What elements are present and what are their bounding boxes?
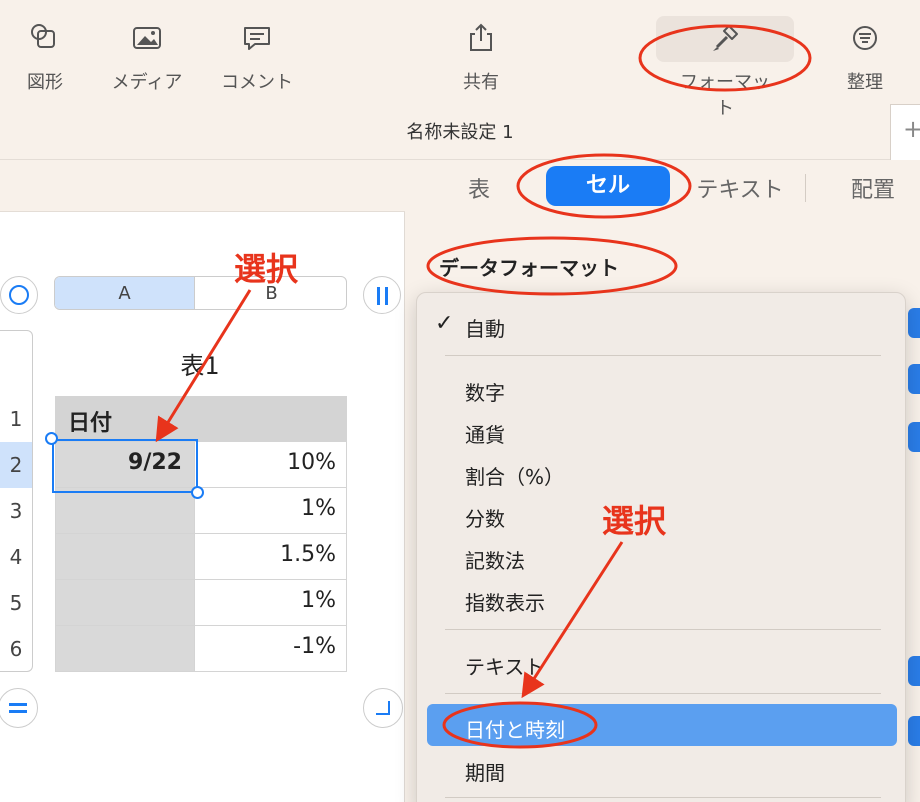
column-header-bar: A B — [54, 276, 347, 310]
date-cell[interactable] — [55, 625, 195, 672]
column-a-label: A — [118, 283, 131, 304]
menu-separator — [445, 693, 881, 694]
hidden-control — [908, 308, 920, 338]
organize-icon — [853, 26, 877, 50]
table-title[interactable]: 表1 — [150, 346, 250, 381]
hidden-control — [908, 716, 920, 746]
column-resize-handle[interactable] — [363, 276, 401, 314]
percent-cell[interactable]: 1.5% — [194, 533, 347, 580]
percent-cell[interactable]: -1% — [194, 625, 347, 672]
document-title: 名称未設定 1 — [406, 122, 514, 143]
tab-text[interactable]: テキスト — [687, 172, 793, 204]
photo-icon — [133, 27, 161, 49]
menu-item-numeral-system[interactable]: 記数法 — [465, 545, 525, 574]
header-cell-date[interactable]: 日付 — [55, 396, 195, 442]
percent-cell-text: 1% — [301, 496, 336, 521]
menu-item-scientific[interactable]: 指数表示 — [465, 587, 545, 616]
format-button[interactable]: フォーマット — [680, 20, 770, 120]
percent-cell[interactable]: 1% — [194, 579, 347, 626]
media-label: メディア — [111, 72, 183, 93]
date-cell[interactable] — [55, 487, 195, 534]
pause-bars-icon — [377, 287, 380, 305]
data-format-menu: ✓ 自動 数字 通貨 割合（%） 分数 記数法 指数表示 テキスト 日付と時刻 … — [416, 292, 906, 802]
shape-button[interactable]: 図形 — [0, 20, 90, 94]
menu-item-percentage[interactable]: 割合（%） — [465, 461, 564, 490]
selection-handle-bottom-right[interactable] — [191, 486, 204, 499]
date-cell[interactable] — [55, 579, 195, 626]
menu-item-text[interactable]: テキスト — [465, 651, 544, 680]
header-date-text: 日付 — [68, 411, 113, 436]
hidden-control — [908, 656, 920, 686]
annotation-label-select: 選択 — [602, 502, 667, 540]
percent-cell[interactable]: 10% — [194, 441, 347, 488]
tab-arrange[interactable]: 配置 — [843, 172, 903, 204]
table-select-handle[interactable] — [0, 276, 38, 314]
menu-separator — [445, 355, 881, 356]
hidden-control — [908, 364, 920, 394]
share-icon — [470, 23, 492, 51]
row-number[interactable]: 3 — [0, 488, 32, 534]
format-label: フォーマット — [680, 72, 770, 119]
percent-cell[interactable]: 1% — [194, 487, 347, 534]
hidden-control — [908, 422, 920, 452]
share-label: 共有 — [463, 72, 499, 93]
organize-label: 整理 — [847, 72, 883, 93]
share-button[interactable]: 共有 — [436, 20, 526, 94]
add-row-handle[interactable] — [0, 688, 38, 728]
comment-label: コメント — [221, 72, 293, 93]
comment-button[interactable]: コメント — [212, 20, 302, 94]
new-tab-button[interactable]: + — [890, 104, 920, 160]
menu-item-duration[interactable]: 期間 — [465, 757, 505, 786]
menu-item-auto[interactable]: 自動 — [465, 313, 505, 342]
menu-item-currency[interactable]: 通貨 — [465, 419, 505, 448]
paintbrush-icon — [713, 25, 738, 51]
percent-cell-text: -1% — [293, 634, 336, 659]
row-number[interactable]: 5 — [0, 580, 32, 626]
spreadsheet-canvas: A B 1 2 3 4 5 6 表1 日付 9/22 10% 1% 1.5% 1… — [0, 160, 405, 802]
canvas-topbar — [0, 160, 405, 212]
equals-icon-bottom — [9, 710, 27, 713]
tab-table[interactable]: 表 — [459, 172, 499, 204]
circle-icon — [9, 285, 29, 305]
comment-icon — [244, 27, 270, 50]
tab-cell[interactable]: セル — [546, 166, 670, 206]
table-resize-handle[interactable] — [363, 688, 403, 728]
row-number-selected[interactable]: 2 — [0, 442, 32, 488]
percent-cell-text: 1% — [301, 588, 336, 613]
column-header-a[interactable]: A — [55, 277, 195, 309]
menu-item-fraction[interactable]: 分数 — [465, 503, 505, 532]
menu-separator — [445, 797, 881, 798]
selection-handle-top-left[interactable] — [45, 432, 58, 445]
header-cell-empty[interactable] — [194, 396, 347, 442]
menu-item-number[interactable]: 数字 — [465, 377, 505, 406]
shape-icon — [31, 24, 55, 48]
media-button[interactable]: メディア — [102, 20, 192, 94]
corner-icon — [376, 701, 390, 715]
organize-button[interactable]: 整理 — [820, 20, 910, 94]
row-number[interactable]: 1 — [0, 396, 32, 442]
menu-item-date-time[interactable]: 日付と時刻 — [465, 714, 565, 743]
shape-label: 図形 — [27, 72, 63, 93]
row-number[interactable]: 6 — [0, 626, 32, 672]
pause-bars-icon-right — [385, 287, 388, 305]
equals-icon — [9, 703, 27, 706]
menu-separator — [445, 629, 881, 630]
annotation-label-select: 選択 — [234, 250, 299, 288]
tab-divider — [805, 174, 806, 202]
data-format-title: データフォーマット — [439, 256, 619, 280]
date-cell[interactable] — [55, 533, 195, 580]
percent-cell-text: 1.5% — [280, 542, 336, 567]
cell-selection-outline — [52, 439, 198, 493]
row-number[interactable]: 4 — [0, 534, 32, 580]
checkmark-icon: ✓ — [435, 311, 454, 336]
percent-cell-text: 10% — [287, 450, 336, 475]
toolbar: 図形 メディア コメント 共有 フォーマット 整理 名称未設定 1 + — [0, 0, 920, 160]
